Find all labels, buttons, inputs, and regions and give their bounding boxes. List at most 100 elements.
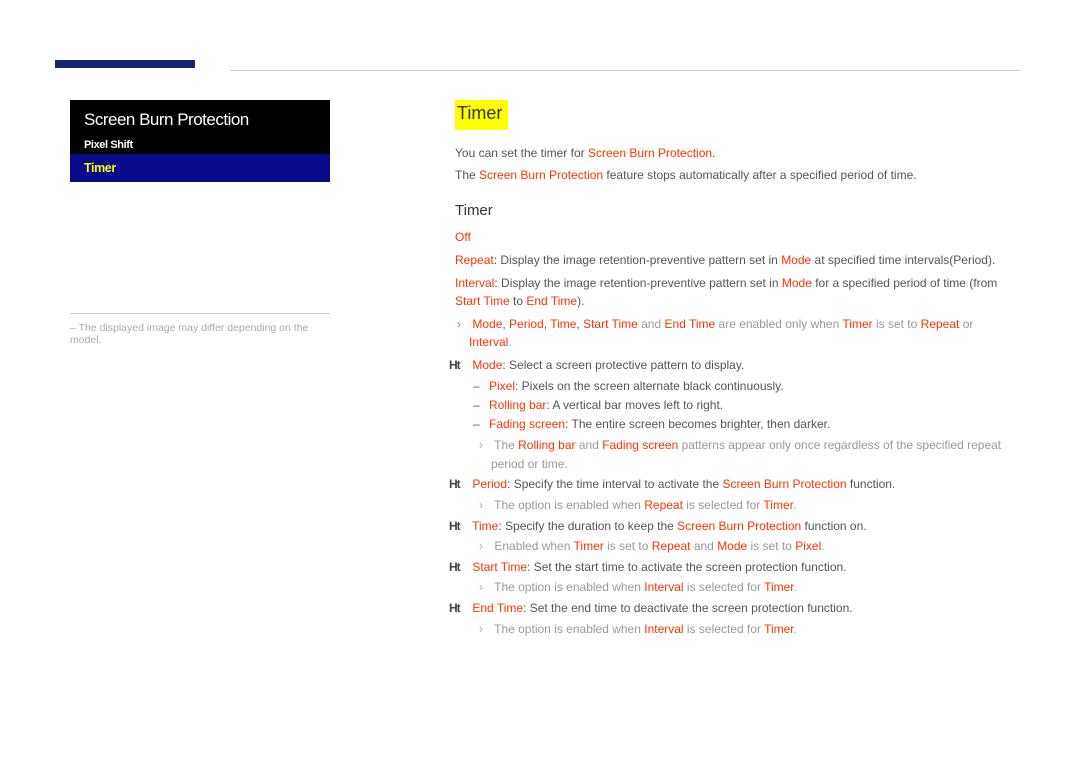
t: The option is enabled when bbox=[494, 498, 644, 512]
t: . bbox=[794, 622, 797, 636]
term-start-time: Start Time bbox=[455, 294, 510, 308]
term: Interval bbox=[644, 622, 683, 636]
mode-options: Pixel: Pixels on the screen alternate bl… bbox=[469, 377, 1010, 433]
term: Pixel bbox=[795, 539, 821, 553]
text: . bbox=[712, 146, 715, 160]
term-interval: Interval bbox=[455, 276, 494, 290]
term: Timer bbox=[764, 622, 794, 636]
term: Start Time bbox=[472, 560, 527, 574]
note: The option is enabled when Interval is s… bbox=[491, 578, 1010, 597]
intro-line-2: The Screen Burn Protection feature stops… bbox=[455, 166, 1010, 185]
t: : Set the start time to activate the scr… bbox=[527, 560, 847, 574]
t: : Select a screen protective pattern to … bbox=[502, 358, 744, 372]
item-time: Time: Specify the duration to keep the S… bbox=[469, 517, 1010, 556]
text: : Display the image retention-preventive… bbox=[494, 276, 781, 290]
term: Time bbox=[550, 317, 576, 331]
term: End Time bbox=[664, 317, 715, 331]
term: Fading screen bbox=[602, 438, 678, 452]
term: Pixel bbox=[489, 379, 515, 393]
term: Rolling bar bbox=[489, 398, 546, 412]
t: : The entire screen becomes brighter, th… bbox=[565, 417, 830, 431]
intro-line-1: You can set the timer for Screen Burn Pr… bbox=[455, 144, 1010, 163]
t: . bbox=[793, 498, 796, 512]
term: Repeat bbox=[921, 317, 960, 331]
t: Enabled when bbox=[494, 539, 573, 553]
period-note: The option is enabled when Repeat is sel… bbox=[469, 496, 1010, 515]
term: Timer bbox=[763, 498, 793, 512]
feature-list: Mode: Select a screen protective pattern… bbox=[455, 356, 1010, 638]
note-list: Mode, Period, Time, Start Time and End T… bbox=[455, 315, 1010, 352]
text: at specified time intervals(Period). bbox=[811, 253, 995, 267]
term-end-time: End Time bbox=[526, 294, 577, 308]
term: Timer bbox=[764, 580, 794, 594]
term: End Time bbox=[472, 601, 523, 615]
t: is set to bbox=[873, 317, 921, 331]
content-column: Timer You can set the timer for Screen B… bbox=[455, 100, 1010, 642]
item-mode: Mode: Select a screen protective pattern… bbox=[469, 356, 1010, 474]
term: Time bbox=[472, 519, 498, 533]
item-start-time: Start Time: Set the start time to activa… bbox=[469, 558, 1010, 597]
note: The option is enabled when Interval is s… bbox=[491, 620, 1010, 639]
term: Start Time bbox=[583, 317, 638, 331]
t: is selected for bbox=[684, 622, 764, 636]
mode-note: The Rolling bar and Fading screen patter… bbox=[469, 436, 1010, 473]
term-mode: Mode bbox=[782, 276, 812, 290]
t: . bbox=[794, 580, 797, 594]
term: Rolling bar bbox=[518, 438, 575, 452]
term-sbp: Screen Burn Protection bbox=[588, 146, 712, 160]
item-period: Period: Specify the time interval to act… bbox=[469, 475, 1010, 514]
term: Screen Burn Protection bbox=[677, 519, 801, 533]
term: Timer bbox=[842, 317, 872, 331]
note: The option is enabled when Repeat is sel… bbox=[491, 496, 1010, 515]
text: : Display the image retention-preventive… bbox=[494, 253, 781, 267]
t: : Specify the duration to keep the bbox=[498, 519, 677, 533]
note-enabled-when: Mode, Period, Time, Start Time and End T… bbox=[469, 315, 1010, 352]
t: : A vertical bar moves left to right. bbox=[546, 398, 723, 412]
t: : Set the end time to deactivate the scr… bbox=[523, 601, 853, 615]
text: feature stops automatically after a spec… bbox=[603, 168, 917, 182]
text: ). bbox=[577, 294, 584, 308]
term: Screen Burn Protection bbox=[722, 477, 846, 491]
start-note: The option is enabled when Interval is s… bbox=[469, 578, 1010, 597]
note-rolling-fading: The Rolling bar and Fading screen patter… bbox=[491, 436, 1010, 473]
term: Mode bbox=[717, 539, 747, 553]
opt-rolling: Rolling bar: A vertical bar moves left t… bbox=[489, 396, 1010, 415]
term: Period bbox=[472, 477, 507, 491]
t: : Pixels on the screen alternate black c… bbox=[515, 379, 784, 393]
t: function. bbox=[847, 477, 896, 491]
text: The bbox=[455, 168, 479, 182]
end-note: The option is enabled when Interval is s… bbox=[469, 620, 1010, 639]
osd-title: Screen Burn Protection bbox=[70, 100, 330, 136]
text: to bbox=[510, 294, 527, 308]
osd-row-blank bbox=[70, 182, 330, 278]
text: You can set the timer for bbox=[455, 146, 588, 160]
accent-bar bbox=[55, 60, 195, 68]
note: Enabled when Timer is set to Repeat and … bbox=[491, 537, 1010, 556]
left-column: Screen Burn Protection Pixel Shift Timer… bbox=[70, 100, 330, 346]
term: Timer bbox=[574, 539, 604, 553]
t: is set to bbox=[604, 539, 652, 553]
t: : Specify the time interval to activate … bbox=[507, 477, 722, 491]
term-repeat: Repeat bbox=[455, 253, 494, 267]
t: and bbox=[690, 539, 717, 553]
term: Repeat bbox=[644, 498, 683, 512]
osd-screenshot: Screen Burn Protection Pixel Shift Timer bbox=[70, 100, 330, 278]
text: for a specified period of time (from bbox=[812, 276, 997, 290]
top-rule bbox=[230, 70, 1020, 71]
term-sbp: Screen Burn Protection bbox=[479, 168, 603, 182]
t: The option is enabled when bbox=[494, 622, 644, 636]
disclaimer-text: The displayed image may differ depending… bbox=[70, 322, 330, 346]
term: Mode bbox=[472, 317, 502, 331]
term-mode: Mode bbox=[781, 253, 811, 267]
t: . bbox=[821, 539, 824, 553]
term: Interval bbox=[469, 335, 508, 349]
time-note: Enabled when Timer is set to Repeat and … bbox=[469, 537, 1010, 556]
t: . bbox=[508, 335, 511, 349]
term: Repeat bbox=[652, 539, 691, 553]
option-repeat: Repeat: Display the image retention-prev… bbox=[455, 251, 1010, 270]
t: is selected for bbox=[684, 580, 764, 594]
term: Mode bbox=[472, 358, 502, 372]
t: function on. bbox=[801, 519, 866, 533]
t: or bbox=[959, 317, 973, 331]
option-interval: Interval: Display the image retention-pr… bbox=[455, 274, 1010, 311]
